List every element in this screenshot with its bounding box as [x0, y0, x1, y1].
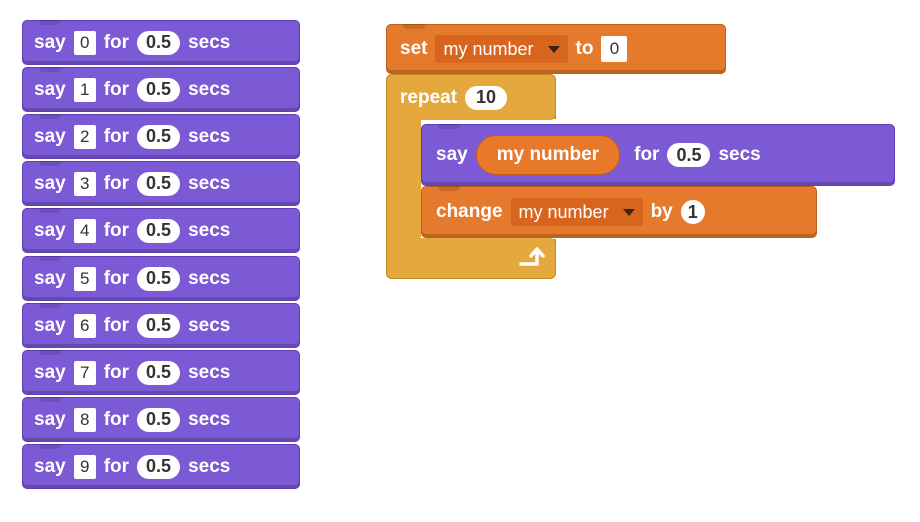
set-variable-dropdown[interactable]: my number	[435, 35, 568, 63]
say-variable-block[interactable]: say my number for 0.5 secs	[421, 124, 895, 186]
secs-input[interactable]: 0.5	[137, 124, 181, 149]
secs-label: secs	[188, 219, 231, 241]
secs-input[interactable]: 0.5	[137, 171, 181, 196]
for-label: for	[103, 361, 130, 383]
secs-label: secs	[188, 361, 231, 383]
say-value-input[interactable]: 8	[73, 407, 96, 432]
say-label: say	[34, 31, 66, 53]
secs-label: secs	[188, 78, 231, 100]
variable-name: my number	[443, 38, 534, 59]
for-label: for	[103, 455, 130, 477]
repeat-header[interactable]: repeat 10	[386, 74, 556, 120]
to-label: to	[575, 38, 594, 59]
say-block-4[interactable]: say 4 for 0.5 secs	[22, 208, 300, 253]
say-value-input[interactable]: 5	[73, 266, 96, 291]
say-value-input[interactable]: 6	[73, 313, 96, 338]
say-block-3[interactable]: say 3 for 0.5 secs	[22, 161, 300, 206]
secs-label: secs	[188, 455, 231, 477]
secs-label: secs	[188, 125, 231, 147]
say-label: say	[34, 172, 66, 194]
say-value-input[interactable]: 9	[73, 454, 96, 479]
say-value-input[interactable]: 1	[73, 77, 96, 102]
say-block-8[interactable]: say 8 for 0.5 secs	[22, 397, 300, 442]
repeat-label: repeat	[400, 86, 458, 108]
set-label: set	[400, 38, 428, 59]
say-value-input[interactable]: 3	[73, 171, 96, 196]
my-number-reporter[interactable]: my number	[475, 135, 621, 175]
for-label: for	[103, 31, 130, 53]
say-value-input[interactable]: 4	[73, 218, 96, 243]
set-value-input[interactable]: 0	[601, 36, 628, 62]
secs-input[interactable]: 0.5	[137, 266, 181, 291]
for-label: for	[103, 314, 130, 336]
chevron-down-icon	[622, 208, 635, 216]
secs-label: secs	[188, 267, 231, 289]
change-variable-block[interactable]: change my number by 1	[421, 186, 817, 238]
chevron-down-icon	[547, 45, 560, 53]
by-label: by	[650, 201, 673, 222]
say-block-1[interactable]: say 1 for 0.5 secs	[22, 67, 300, 112]
for-label: for	[103, 125, 130, 147]
for-label: for	[103, 219, 130, 241]
say-label: say	[436, 144, 468, 165]
for-label: for	[103, 408, 130, 430]
secs-input[interactable]: 0.5	[137, 454, 181, 479]
say-block-9[interactable]: say 9 for 0.5 secs	[22, 444, 300, 489]
for-label: for	[103, 172, 130, 194]
change-label: change	[436, 201, 503, 222]
say-label: say	[34, 314, 66, 336]
for-label: for	[103, 78, 130, 100]
say-label: say	[34, 455, 66, 477]
secs-label: secs	[188, 408, 231, 430]
say-value-input[interactable]: 0	[73, 30, 96, 55]
secs-label: secs	[188, 172, 231, 194]
secs-label: secs	[188, 31, 231, 53]
secs-input[interactable]: 0.5	[137, 77, 181, 102]
say-block-0[interactable]: say 0 for 0.5 secs	[22, 20, 300, 65]
set-variable-block[interactable]: set my number to 0	[386, 24, 726, 74]
secs-input[interactable]: 0.5	[137, 218, 181, 243]
for-label: for	[103, 267, 130, 289]
say-label: say	[34, 267, 66, 289]
secs-input[interactable]: 0.5	[137, 313, 181, 338]
for-label: for	[634, 144, 660, 165]
change-variable-dropdown[interactable]: my number	[510, 198, 643, 226]
say-value-input[interactable]: 7	[73, 360, 96, 385]
say-block-5[interactable]: say 5 for 0.5 secs	[22, 256, 300, 301]
secs-label: secs	[718, 144, 761, 165]
say-value-input[interactable]: 2	[73, 124, 96, 149]
loop-arrow-icon	[517, 247, 545, 269]
say-label: say	[34, 361, 66, 383]
say-label: say	[34, 125, 66, 147]
say-block-2[interactable]: say 2 for 0.5 secs	[22, 114, 300, 159]
say-label: say	[34, 408, 66, 430]
say-block-7[interactable]: say 7 for 0.5 secs	[22, 350, 300, 395]
say-label: say	[34, 219, 66, 241]
secs-input[interactable]: 0.5	[667, 143, 711, 167]
secs-input[interactable]: 0.5	[137, 30, 181, 55]
say-block-6[interactable]: say 6 for 0.5 secs	[22, 303, 300, 348]
variable-name: my number	[518, 201, 609, 222]
secs-input[interactable]: 0.5	[137, 360, 181, 385]
say-label: say	[34, 78, 66, 100]
secs-label: secs	[188, 314, 231, 336]
change-value-input[interactable]: 1	[680, 200, 705, 224]
secs-input[interactable]: 0.5	[137, 407, 181, 432]
repeat-count-input[interactable]: 10	[465, 85, 508, 110]
repeat-footer	[386, 238, 556, 279]
